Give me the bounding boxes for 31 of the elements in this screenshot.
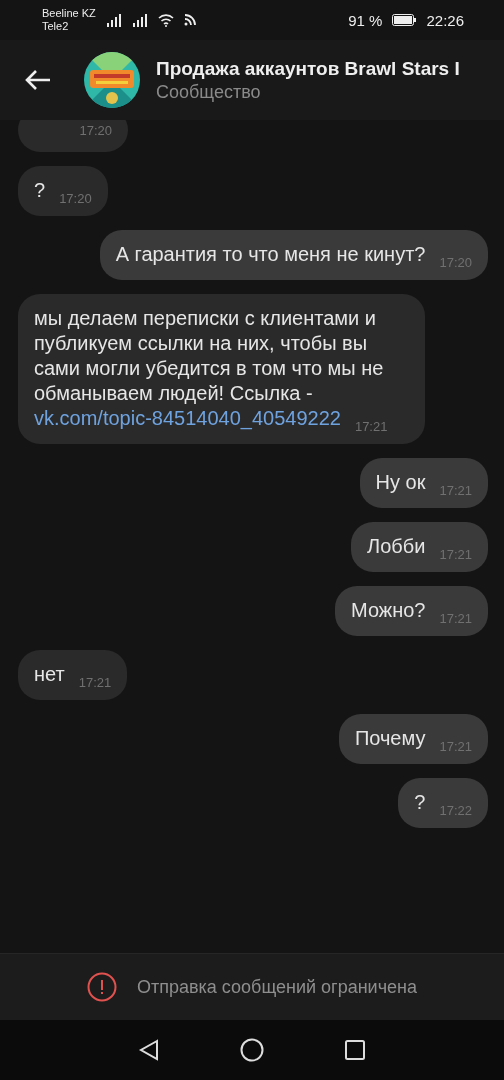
message-text: Можно? <box>351 599 426 621</box>
message-text: Почему <box>354 727 426 749</box>
recents-nav-icon[interactable] <box>344 1039 366 1061</box>
back-icon[interactable] <box>24 69 52 91</box>
signal-icon <box>131 13 148 27</box>
home-nav-icon[interactable] <box>240 1038 264 1062</box>
signal-icon <box>105 13 122 27</box>
wifi-icon <box>157 13 174 27</box>
message-text: Ну ок <box>375 471 426 493</box>
message-text: нет <box>34 663 65 685</box>
message-time: 17:20 <box>79 122 112 140</box>
message-link[interactable]: vk.com/topic-84514040_40549222 <box>34 407 341 429</box>
chat-title: Продажа аккаунтов Brawl Stars I <box>156 57 460 80</box>
message-time: 17:21 <box>354 418 388 436</box>
message-text: А гарантия то что меня не кинут? <box>115 243 426 265</box>
carrier-name: Tele2 <box>42 20 70 33</box>
carrier-name: Beeline KZ <box>42 7 96 20</box>
message-text: Лобби <box>367 535 426 557</box>
message-text: ? <box>34 179 46 201</box>
back-nav-icon[interactable] <box>138 1039 160 1061</box>
notice-text: Отправка сообщений ограничена <box>137 976 417 998</box>
chat-subtitle: Сообщество <box>156 81 262 103</box>
message-text: ? <box>414 791 426 813</box>
message-time: 17:20 <box>59 190 92 208</box>
clock: 22:26 <box>426 11 464 29</box>
warning-icon <box>87 972 117 1002</box>
rss-icon <box>183 14 196 26</box>
message-text: мы делаем переписки с клиентами и публикуем ссылки на них, чтобы вы сами могли убедится в том что мы не обманываем людей! Ссылка - <box>34 307 384 404</box>
battery-percent: 91 % <box>348 11 383 29</box>
battery-icon <box>392 14 417 26</box>
message-time: 17:21 <box>78 674 112 692</box>
